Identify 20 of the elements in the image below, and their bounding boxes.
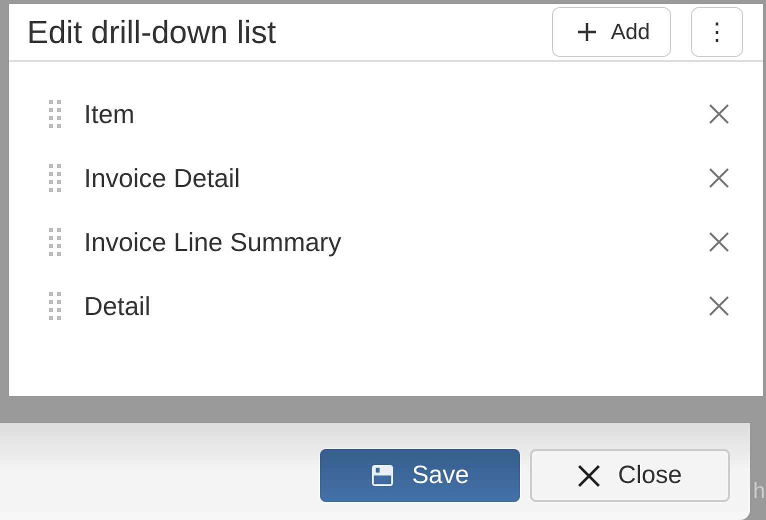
remove-icon[interactable] bbox=[709, 168, 729, 188]
drag-handle-icon[interactable] bbox=[49, 228, 61, 256]
more-button[interactable]: ⋮ bbox=[691, 7, 743, 57]
list-item-label: Invoice Detail bbox=[84, 162, 242, 194]
close-icon bbox=[578, 464, 600, 486]
drag-handle-icon[interactable] bbox=[49, 100, 61, 128]
dialog-title: Edit drill-down list bbox=[27, 14, 277, 50]
drag-handle-icon[interactable] bbox=[49, 292, 61, 320]
remove-icon[interactable] bbox=[709, 296, 729, 316]
close-button[interactable]: Close bbox=[530, 449, 730, 502]
save-icon bbox=[371, 464, 394, 487]
list-item-label: Detail bbox=[84, 290, 152, 322]
plus-icon bbox=[576, 22, 597, 42]
remove-icon[interactable] bbox=[709, 104, 729, 124]
save-button[interactable]: Save bbox=[320, 449, 520, 502]
drag-handle-icon[interactable] bbox=[49, 164, 61, 192]
remove-icon[interactable] bbox=[709, 232, 729, 252]
list-item-label: Invoice Line Summary bbox=[84, 226, 342, 258]
add-button[interactable]: Add bbox=[552, 7, 671, 57]
list-item-label: Item bbox=[84, 98, 136, 130]
